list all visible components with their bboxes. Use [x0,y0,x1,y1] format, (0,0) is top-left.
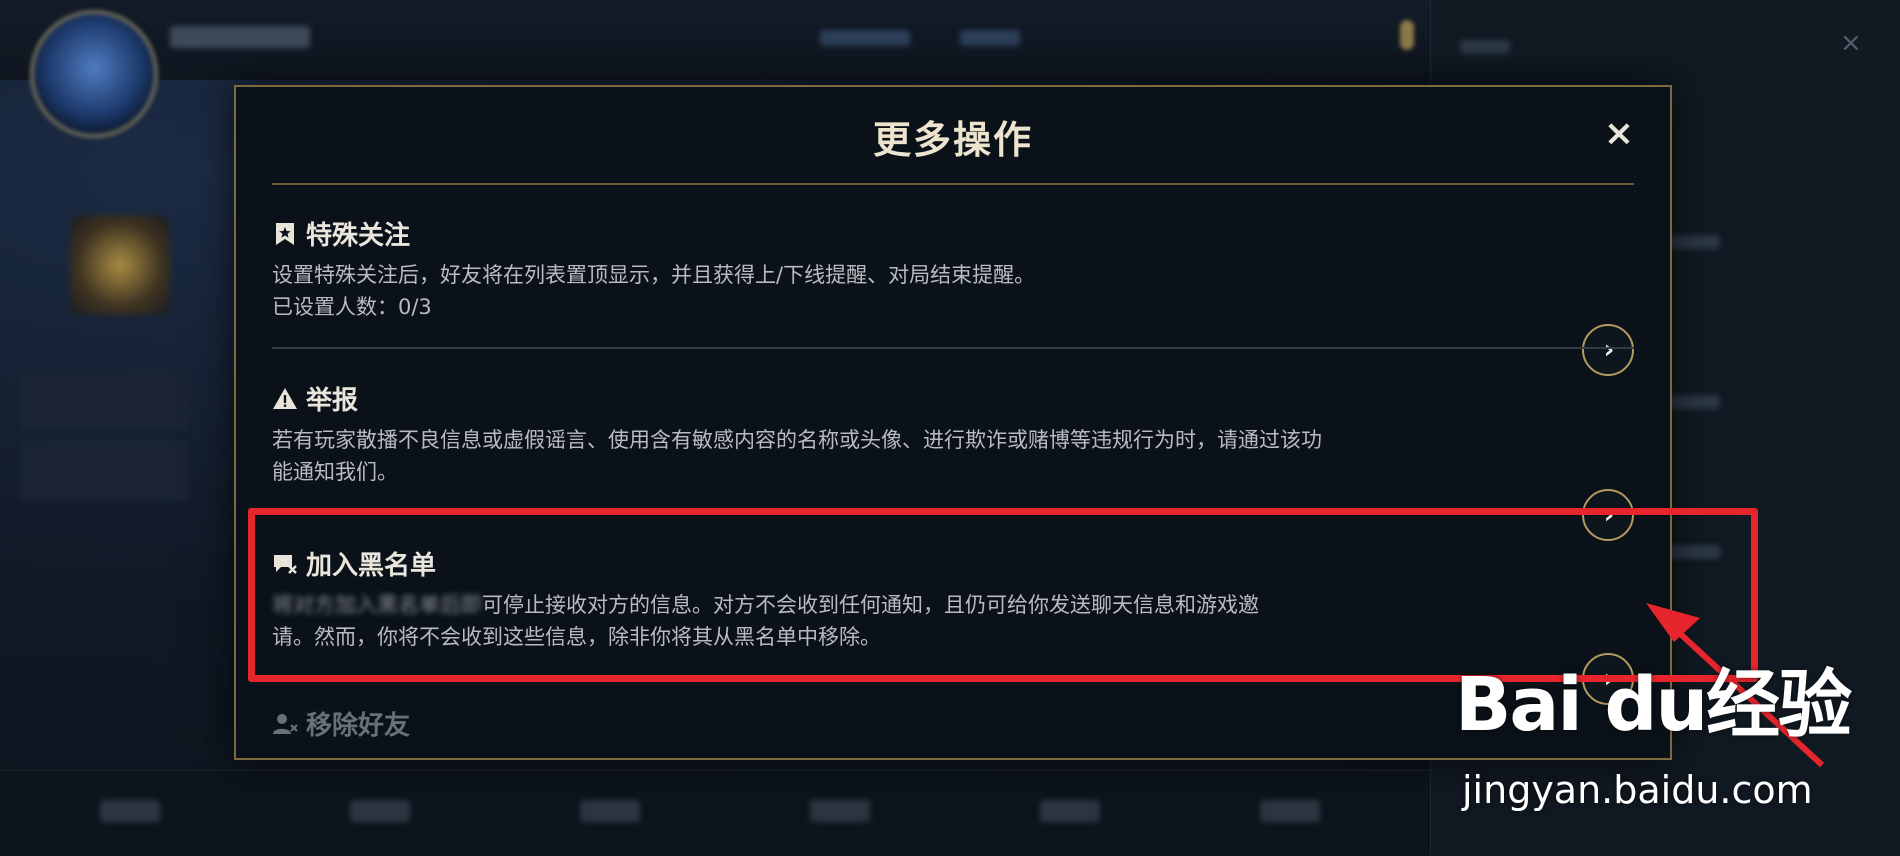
baidu-watermark-logo: Bai du经验 [1455,662,1852,748]
baidu-watermark-url: jingyan.baidu.com [1462,768,1813,812]
